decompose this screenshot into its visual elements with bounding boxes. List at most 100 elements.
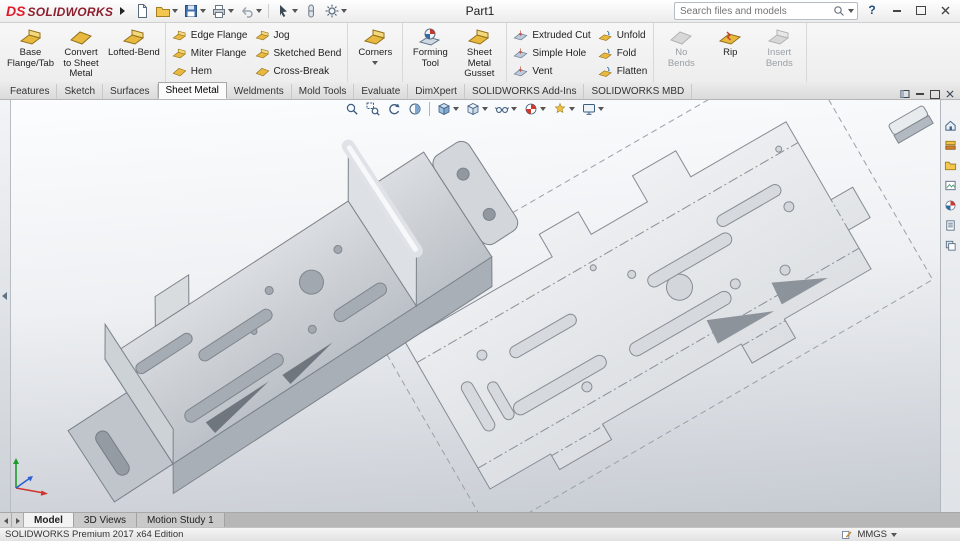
tab-sketch[interactable]: Sketch <box>57 84 103 99</box>
doc-minimize-icon[interactable] <box>916 93 924 95</box>
command-manager-tabs: Features Sketch Surfaces Sheet Metal Wel… <box>0 82 960 100</box>
new-document-button[interactable] <box>132 2 152 20</box>
tab-dimxpert[interactable]: DimXpert <box>408 84 465 99</box>
fold-button[interactable]: Fold <box>595 44 651 62</box>
display-style-cube-icon <box>466 102 480 116</box>
forming-tool-button[interactable]: Forming Tool <box>406 24 454 81</box>
tab-model[interactable]: Model <box>24 513 74 528</box>
design-library-icon[interactable] <box>944 139 957 152</box>
no-bends-icon <box>669 27 693 47</box>
display-style-button[interactable] <box>466 102 488 116</box>
view-settings-button[interactable] <box>553 102 575 116</box>
search-box[interactable] <box>674 2 858 20</box>
select-tool-button[interactable] <box>273 2 300 20</box>
units-selector[interactable]: MMGS <box>857 529 955 540</box>
base-flange-tab-button[interactable]: Base Flange/Tab <box>5 24 56 81</box>
cross-break-button[interactable]: Cross-Break <box>252 62 345 80</box>
command-manager-ribbon: Base Flange/Tab Convert to Sheet Metal L… <box>0 22 960 85</box>
lofted-bend-button[interactable]: Lofted-Bend <box>106 24 162 81</box>
corners-button[interactable]: Corners <box>351 24 399 81</box>
tab-mold-tools[interactable]: Mold Tools <box>292 84 355 99</box>
chevron-down-icon <box>891 533 897 537</box>
tab-solidworks-add-ins[interactable]: SOLIDWORKS Add-Ins <box>465 84 584 99</box>
tab-features[interactable]: Features <box>3 84 57 99</box>
tab-solidworks-mbd[interactable]: SOLIDWORKS MBD <box>584 84 692 99</box>
base-flange-icon <box>19 27 43 47</box>
button-label: Forming <box>413 48 448 59</box>
tab-motion-study-1[interactable]: Motion Study 1 <box>137 513 225 528</box>
zoom-to-area-button[interactable] <box>366 102 380 116</box>
tab-scroll-left-button[interactable] <box>0 513 12 528</box>
sheet-metal-gusset-button[interactable]: Sheet Metal Gusset <box>455 24 503 81</box>
small-clip-part[interactable] <box>888 105 933 143</box>
edit-sketch-icon[interactable] <box>841 529 852 540</box>
button-label: Metal <box>69 69 92 80</box>
simple-hole-button[interactable]: Simple Hole <box>510 44 593 62</box>
units-label: MMGS <box>857 529 887 540</box>
extruded-cut-button[interactable]: Extruded Cut <box>510 26 593 44</box>
previous-view-button[interactable] <box>387 102 401 116</box>
file-explorer-icon[interactable] <box>944 159 957 172</box>
jog-button[interactable]: Jog <box>252 26 345 44</box>
appearances-scenes-icon[interactable] <box>944 199 957 212</box>
screen-button[interactable] <box>582 102 604 116</box>
view-settings-star-icon <box>553 102 567 116</box>
insert-bends-icon <box>767 27 791 47</box>
section-view-button[interactable] <box>408 102 422 116</box>
viewport-3d-scene[interactable] <box>10 99 941 512</box>
mouse-gesture-button[interactable] <box>301 2 321 20</box>
convert-to-sheet-metal-button[interactable]: Convert to Sheet Metal <box>57 24 105 81</box>
unfold-button[interactable]: Unfold <box>595 26 651 44</box>
vent-button[interactable]: Vent <box>510 62 593 80</box>
search-scope-chevron-icon[interactable] <box>848 9 854 13</box>
rip-button[interactable]: Rip <box>706 24 754 81</box>
close-button[interactable] <box>934 2 956 19</box>
tab-sheet-metal[interactable]: Sheet Metal <box>158 82 227 99</box>
dock-pane-icon[interactable] <box>900 89 910 99</box>
doc-restore-icon[interactable] <box>930 90 940 99</box>
help-button[interactable]: ? <box>864 3 880 19</box>
edition-text: SOLIDWORKS Premium 2017 x64 Edition <box>5 529 183 540</box>
options-button[interactable] <box>322 2 349 20</box>
view-orientation-button[interactable] <box>437 102 459 116</box>
ribbon-group-bends: No Bends Rip Insert Bends <box>654 23 807 83</box>
rip-icon <box>718 27 742 47</box>
tab-evaluate[interactable]: Evaluate <box>354 84 408 99</box>
chevron-down-icon <box>511 107 517 111</box>
button-label: Vent <box>532 66 552 77</box>
custom-properties-icon[interactable] <box>944 219 957 232</box>
tab-scroll-right-button[interactable] <box>12 513 24 528</box>
tab-weldments[interactable]: Weldments <box>227 84 292 99</box>
tab-surfaces[interactable]: Surfaces <box>103 84 157 99</box>
graphics-viewport[interactable] <box>0 99 960 512</box>
gusset-icon <box>467 27 491 47</box>
search-icon[interactable] <box>833 5 845 17</box>
edit-appearance-button[interactable] <box>524 102 546 116</box>
open-document-button[interactable] <box>153 2 180 20</box>
flatten-button[interactable]: Flatten <box>595 62 651 80</box>
folded-part[interactable] <box>21 99 540 512</box>
view-palette-icon[interactable] <box>944 179 957 192</box>
home-icon[interactable] <box>944 119 957 132</box>
button-label: Unfold <box>617 30 646 41</box>
minimize-button[interactable] <box>886 2 908 19</box>
chevron-down-icon <box>540 107 546 111</box>
sketched-bend-button[interactable]: Sketched Bend <box>252 44 345 62</box>
zoom-to-fit-button[interactable] <box>345 102 359 116</box>
restore-button[interactable] <box>910 2 932 19</box>
edge-flange-button[interactable]: Edge Flange <box>169 26 251 44</box>
panel-collapse-arrow-icon[interactable] <box>2 292 7 300</box>
doc-close-icon[interactable] <box>946 90 954 98</box>
save-button[interactable] <box>181 2 208 20</box>
solidworks-resources-icon[interactable] <box>944 239 957 252</box>
hide-show-items-button[interactable] <box>495 102 517 116</box>
miter-flange-button[interactable]: Miter Flange <box>169 44 251 62</box>
print-button[interactable] <box>209 2 236 20</box>
hem-button[interactable]: Hem <box>169 62 251 80</box>
tab-3d-views[interactable]: 3D Views <box>74 513 137 528</box>
search-input[interactable] <box>678 5 831 18</box>
menu-expand-arrow-icon[interactable] <box>120 7 125 15</box>
button-label: Jog <box>274 30 290 41</box>
ribbon-group-forming: Forming Tool Sheet Metal Gusset <box>403 23 507 83</box>
button-label: Sketched Bend <box>274 48 342 59</box>
